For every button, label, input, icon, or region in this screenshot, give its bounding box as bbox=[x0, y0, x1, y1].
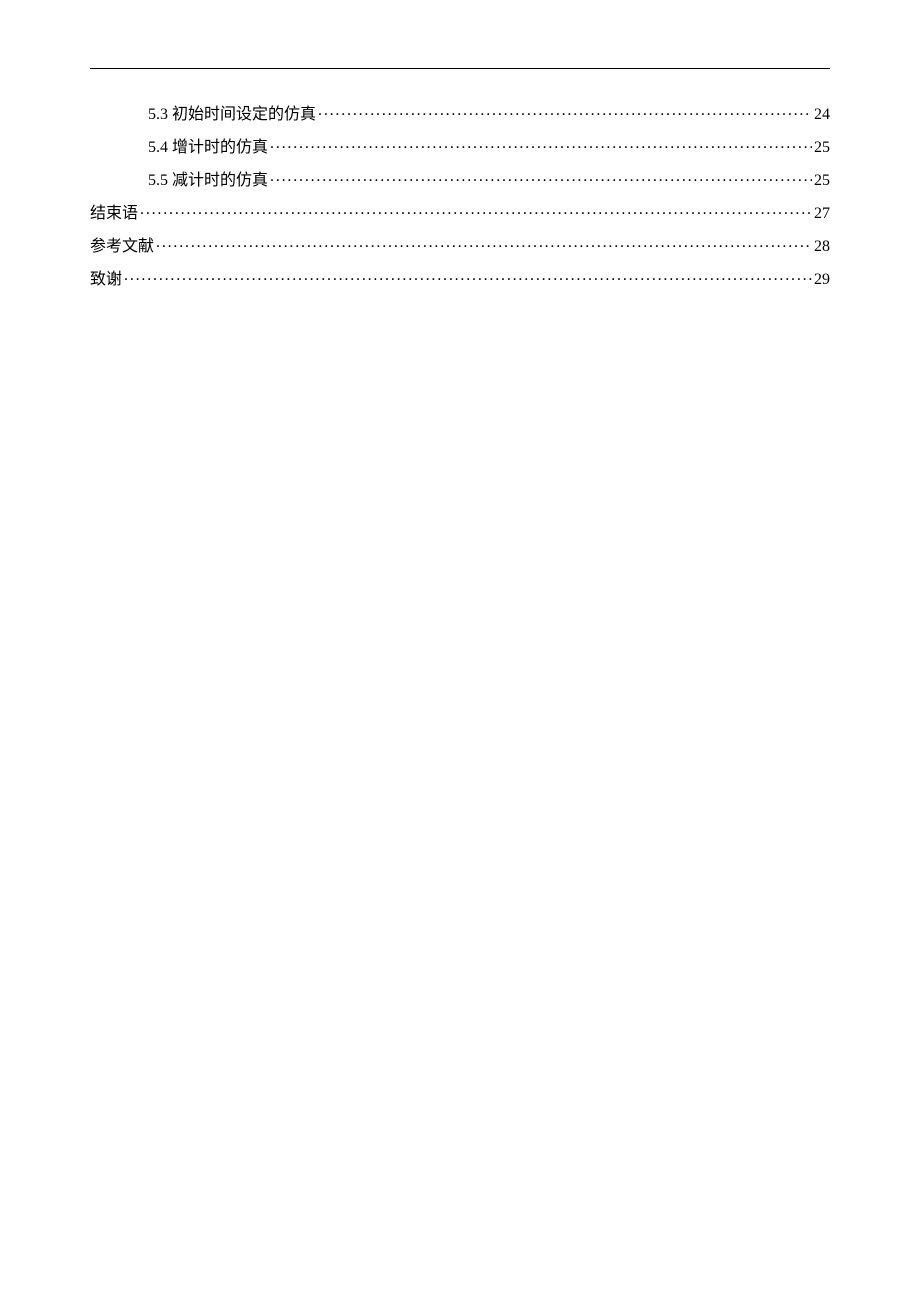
toc-label: 参考文献 bbox=[90, 239, 154, 255]
toc-leader bbox=[318, 103, 812, 119]
toc-entry: 5.3 初始时间设定的仿真 24 bbox=[90, 103, 830, 123]
toc-page-number: 24 bbox=[814, 107, 830, 123]
toc-page-number: 27 bbox=[814, 206, 830, 222]
header-rule bbox=[90, 68, 830, 69]
toc-page-number: 28 bbox=[814, 239, 830, 255]
toc-page-number: 29 bbox=[814, 272, 830, 288]
toc-entry: 致谢 29 bbox=[90, 268, 830, 288]
toc-entry: 参考文献 28 bbox=[90, 235, 830, 255]
toc-leader bbox=[270, 169, 812, 185]
toc-leader bbox=[270, 136, 812, 152]
document-page: 5.3 初始时间设定的仿真 24 5.4 增计时的仿真 25 5.5 减计时的仿… bbox=[0, 0, 920, 288]
table-of-contents: 5.3 初始时间设定的仿真 24 5.4 增计时的仿真 25 5.5 减计时的仿… bbox=[90, 103, 830, 288]
toc-entry: 5.5 减计时的仿真 25 bbox=[90, 169, 830, 189]
toc-label: 5.3 初始时间设定的仿真 bbox=[148, 107, 316, 123]
toc-label: 5.4 增计时的仿真 bbox=[148, 140, 268, 156]
toc-leader bbox=[140, 202, 812, 218]
toc-leader bbox=[156, 235, 812, 251]
toc-label: 结束语 bbox=[90, 206, 138, 222]
toc-entry: 结束语 27 bbox=[90, 202, 830, 222]
toc-page-number: 25 bbox=[814, 140, 830, 156]
toc-entry: 5.4 增计时的仿真 25 bbox=[90, 136, 830, 156]
toc-label: 致谢 bbox=[90, 272, 122, 288]
toc-leader bbox=[124, 268, 812, 284]
toc-label: 5.5 减计时的仿真 bbox=[148, 173, 268, 189]
toc-page-number: 25 bbox=[814, 173, 830, 189]
